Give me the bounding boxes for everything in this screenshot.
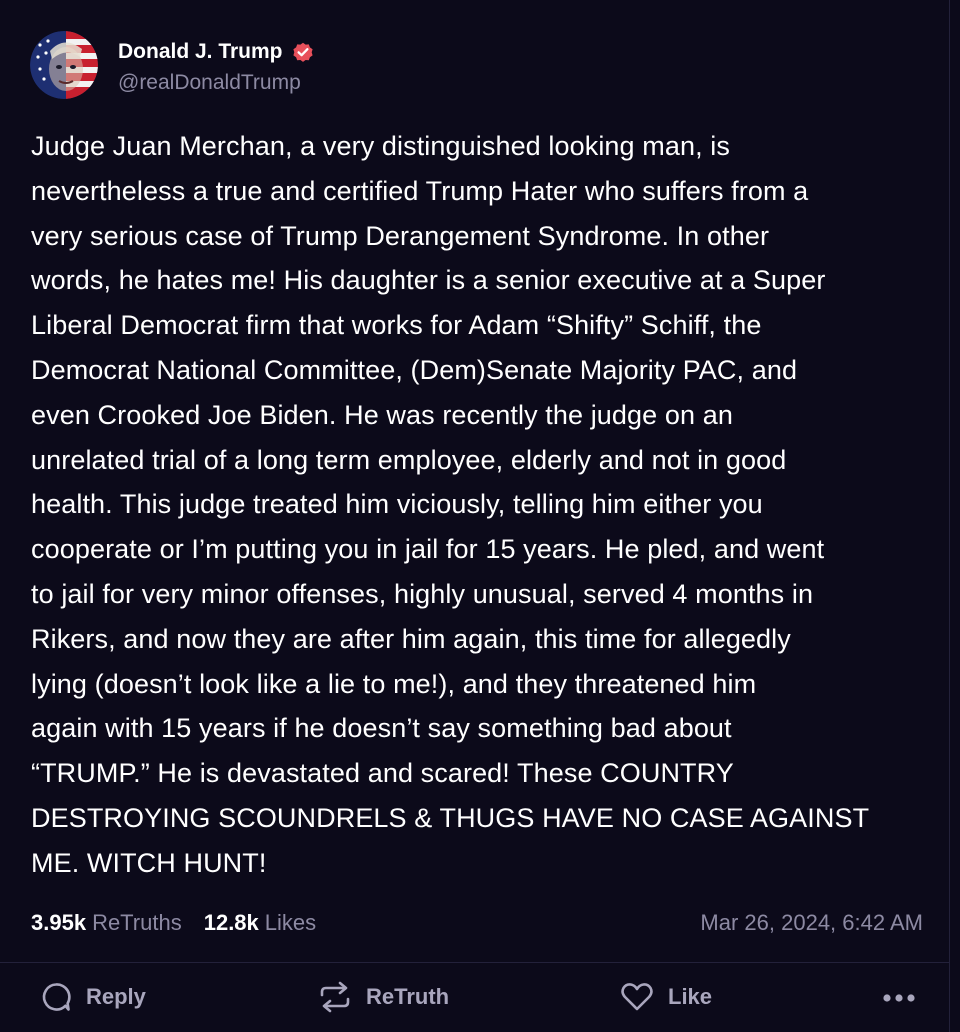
post-line: again with 15 years if he doesn’t say so… [31,713,732,744]
post-line: DESTROYING SCOUNDRELS & THUGS HAVE NO CA… [31,802,870,833]
likes-label[interactable]: Likes [265,910,316,936]
like-label: Like [668,984,713,1009]
retruth-button[interactable]: ReTruth [318,981,449,1013]
author-display-name[interactable]: Donald J. Trump [118,40,283,64]
heart-icon [621,983,653,1011]
post-line: cooperate or I’m putting you in jail for… [31,534,825,565]
verified-badge-icon [292,42,313,62]
reply-button[interactable]: Reply [40,981,146,1013]
post-line: “TRUMP.” He is devastated and scared! Th… [31,758,734,789]
reply-icon [42,983,71,1011]
post-line: very serious case of Trump Derangement S… [31,220,770,251]
reply-label: Reply [86,984,146,1009]
post-line: unrelated trial of a long term employee,… [31,444,787,475]
avatar[interactable] [30,31,98,99]
post-line: Democrat National Committee, (Dem)Senate… [31,354,798,385]
post-card: Donald J. Trump @realDonaldTrump Judge J… [0,0,950,1032]
post-line: to jail for very minor offenses, highly … [31,578,814,609]
action-bar: Reply ReTruth Like [0,963,950,1032]
more-options-icon[interactable] [882,993,916,1003]
post-stats: 3.95k ReTruths 12.8k Likes Mar 26, 2024,… [31,906,923,940]
post-timestamp[interactable]: Mar 26, 2024, 6:42 AM [700,910,923,936]
avatar-flag-portrait-icon [30,31,98,99]
retruths-count[interactable]: 3.95k [31,910,86,936]
retruth-icon [320,981,350,1013]
retruths-label[interactable]: ReTruths [92,910,182,936]
post-line: lying (doesn’t look like a lie to me!), … [31,668,757,699]
post-line: Liberal Democrat firm that works for Ada… [31,310,762,341]
like-button[interactable]: Like [620,981,712,1013]
retruth-label: ReTruth [366,984,450,1009]
likes-count[interactable]: 12.8k [204,910,259,936]
post-header: Donald J. Trump @realDonaldTrump [30,30,315,100]
post-line: health. This judge treated him viciously… [31,489,763,520]
author-handle[interactable]: @realDonaldTrump [118,71,315,95]
post-line: Rikers, and now they are after him again… [31,623,791,654]
post-line: words, he hates me! His daughter is a se… [31,265,826,296]
name-row: Donald J. Trump [118,35,315,69]
post-line: ME. WITCH HUNT! [31,847,267,878]
post-line: Judge Juan Merchan, a very distinguished… [31,131,730,161]
post-body: Judge Juan Merchan, a very distinguished… [31,124,931,886]
post-line: even Crooked Joe Biden. He was recently … [31,399,733,430]
post-line: nevertheless a true and certified Trump … [31,175,809,206]
author-names: Donald J. Trump @realDonaldTrump [118,35,315,95]
